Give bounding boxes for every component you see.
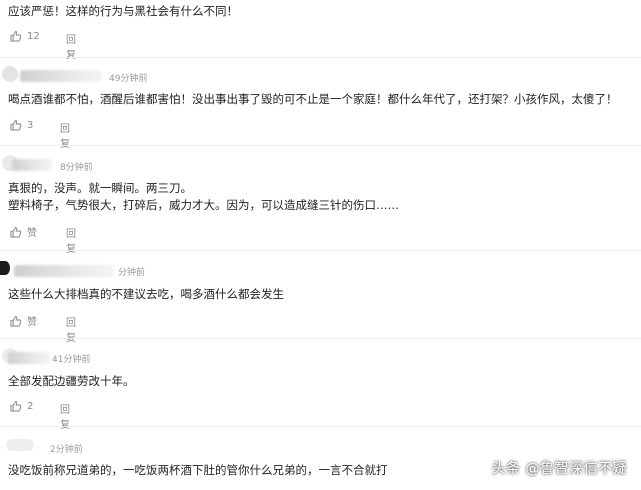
username-blurred[interactable] xyxy=(8,352,50,364)
comment-text: 这些什么大排档真的不建议去吃，喝多酒什么都会发生 xyxy=(8,287,284,301)
comment-time: 2分钟前 xyxy=(50,445,83,455)
comment-text: 真狠的，没声。就一瞬间。两三刀。 xyxy=(8,181,192,195)
divider xyxy=(0,57,641,58)
comment-time: 分钟前 xyxy=(118,268,146,278)
thumbs-up-icon xyxy=(10,315,22,327)
comment-text: 塑料椅子，气势很大，打碎后，威力才大。因为，可以造成缝三针的伤口…… xyxy=(8,198,399,212)
comment-text: 没吃饭前称兄道弟的，一吃饭两杯酒下肚的管你什么兄弟的，一言不合就打 xyxy=(8,463,388,477)
comment-time: 49分钟前 xyxy=(109,74,148,84)
thumbs-up-icon xyxy=(10,30,22,42)
username-blurred[interactable] xyxy=(20,70,102,82)
comment-text: 喝点酒谁都不怕，酒醒后谁都害怕！没出事出事了毁的可不止是一个家庭！都什么年代了，… xyxy=(8,92,618,106)
like-count: 3 xyxy=(27,119,34,131)
divider xyxy=(0,250,641,251)
like-count: 12 xyxy=(27,30,40,42)
username-blurred[interactable] xyxy=(14,265,114,277)
comment-text: 全部发配边疆劳改十年。 xyxy=(8,374,135,388)
thumbs-up-icon xyxy=(10,226,22,238)
reply-button[interactable]: 回复 xyxy=(66,314,76,344)
avatar[interactable] xyxy=(6,439,34,451)
like-button[interactable]: 赞 xyxy=(10,313,37,328)
divider xyxy=(0,145,641,146)
like-count: 赞 xyxy=(27,228,37,239)
like-button[interactable]: 12 xyxy=(10,30,40,42)
avatar[interactable] xyxy=(0,261,10,275)
comment-time: 8分钟前 xyxy=(60,163,93,173)
like-count: 2 xyxy=(27,400,34,412)
like-button[interactable]: 赞 xyxy=(10,224,37,239)
comment-text: 应该严惩！这样的行为与黑社会有什么不同！ xyxy=(8,4,238,18)
comment-time: 41分钟前 xyxy=(52,355,91,365)
like-button[interactable]: 2 xyxy=(10,400,33,412)
avatar[interactable] xyxy=(2,66,18,82)
thumbs-up-icon xyxy=(10,400,22,412)
like-button[interactable]: 3 xyxy=(10,119,33,131)
divider xyxy=(0,426,641,427)
username-blurred[interactable] xyxy=(12,159,52,171)
like-count: 赞 xyxy=(27,317,37,328)
watermark: 头条 @鲁智深信不疑 xyxy=(491,461,627,477)
divider xyxy=(0,338,641,339)
thumbs-up-icon xyxy=(10,119,22,131)
